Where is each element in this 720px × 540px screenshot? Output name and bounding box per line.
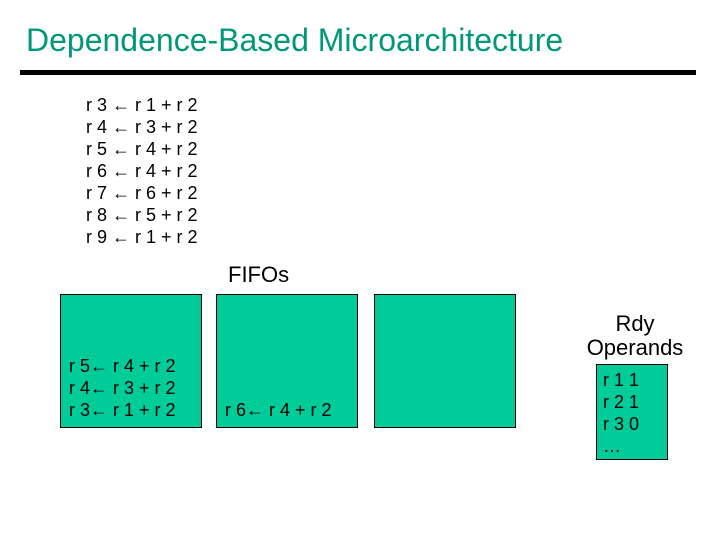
slide-title: Dependence-Based Microarchitecture [26,22,563,59]
instruction-list: r 3 ← r 1 + r 2 r 4 ← r 3 + r 2 r 5 ← r … [86,94,198,248]
fifo-1-entries: r 5← r 4 + r 2 r 4← r 3 + r 2 r 3← r 1 +… [69,355,176,421]
operand-row-4: … [603,435,661,457]
fifo-2-entry-a: r 6← r 4 + r 2 [225,399,332,421]
fifo-box-1: r 5← r 4 + r 2 r 4← r 3 + r 2 r 3← r 1 +… [60,294,202,428]
instr-4: r 6 ← r 4 + r 2 [86,160,198,182]
instr-3: r 5 ← r 4 + r 2 [86,138,198,160]
operand-row-3: r 3 0 [603,413,661,435]
title-rule [20,70,696,75]
fifos-label: FIFOs [228,262,289,288]
fifo-1-entry-a: r 5← r 4 + r 2 [69,355,176,377]
ready-operands-label: Rdy Operands [575,312,695,360]
rdy-line2: Operands [575,336,695,360]
instr-5: r 7 ← r 6 + r 2 [86,182,198,204]
rdy-line1: Rdy [575,312,695,336]
fifo-box-2: r 6← r 4 + r 2 [216,294,358,428]
operands-table: r 1 1 r 2 1 r 3 0 … [596,364,668,460]
operand-row-2: r 2 1 [603,391,661,413]
fifo-2-entries: r 6← r 4 + r 2 [225,399,332,421]
fifo-1-entry-c: r 3← r 1 + r 2 [69,399,176,421]
fifo-1-entry-b: r 4← r 3 + r 2 [69,377,176,399]
instr-2: r 4 ← r 3 + r 2 [86,116,198,138]
instr-7: r 9 ← r 1 + r 2 [86,226,198,248]
fifo-box-3 [374,294,516,428]
instr-1: r 3 ← r 1 + r 2 [86,94,198,116]
instr-6: r 8 ← r 5 + r 2 [86,204,198,226]
operand-row-1: r 1 1 [603,369,661,391]
